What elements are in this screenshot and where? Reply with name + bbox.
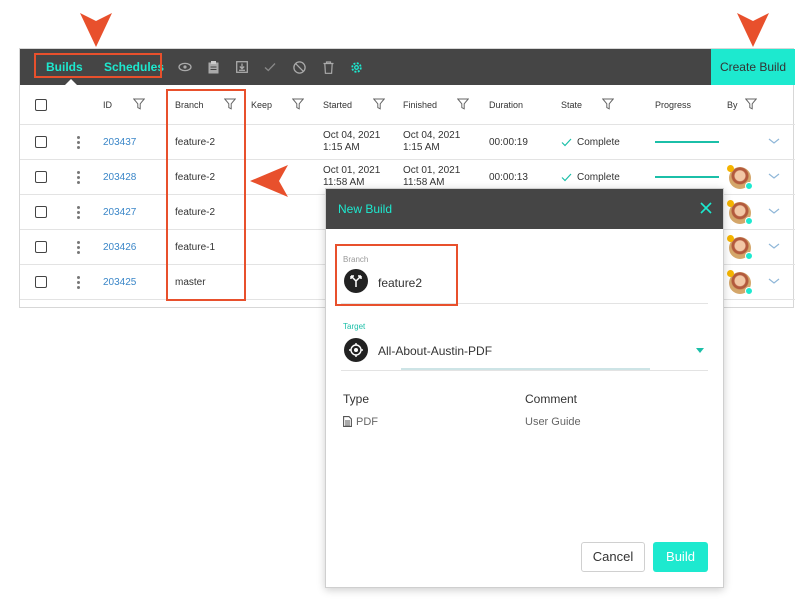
finished-cell: Oct 04, 2021 1:15 AM: [403, 130, 461, 153]
column-header-started[interactable]: Started: [323, 85, 352, 125]
trash-icon[interactable]: [320, 59, 336, 75]
branch-cell: feature-2: [175, 172, 216, 183]
table-row[interactable]: 203437 feature-2 Oct 04, 2021 1:15 AM Oct…: [20, 125, 795, 160]
branch-label: Branch: [343, 255, 369, 264]
dropdown-caret-icon[interactable]: [696, 348, 704, 353]
chevron-down-icon[interactable]: [768, 136, 780, 146]
table-header: ID Branch Keep Started Finished Duration…: [20, 85, 795, 125]
chevron-down-icon[interactable]: [768, 276, 780, 286]
complete-check-icon: [561, 173, 572, 182]
build-id-link[interactable]: 203428: [103, 160, 136, 195]
divider: [341, 370, 708, 371]
arrow-down-icon: [737, 13, 769, 47]
eye-icon[interactable]: [177, 59, 193, 75]
row-menu-icon[interactable]: [75, 136, 81, 150]
target-label: Target: [343, 322, 366, 331]
comment-value: User Guide: [525, 416, 581, 428]
branch-cell: feature-2: [175, 207, 216, 218]
filter-icon[interactable]: [602, 98, 614, 110]
close-icon[interactable]: [699, 201, 713, 215]
row-checkbox[interactable]: [35, 276, 47, 288]
filter-icon[interactable]: [133, 98, 145, 110]
target-value: All-About-Austin-PDF: [378, 344, 493, 358]
create-build-button[interactable]: Create Build: [711, 49, 795, 85]
toolbar: Builds Schedules Create Build: [20, 49, 795, 85]
cancel-button[interactable]: Cancel: [581, 542, 645, 572]
filter-icon[interactable]: [373, 98, 385, 110]
started-cell: Oct 01, 2021 11:58 AM: [323, 165, 381, 188]
progress-bar: [655, 141, 719, 143]
target-field[interactable]: Target All-About-Austin-PDF: [326, 315, 723, 375]
avatar: [727, 165, 753, 190]
column-header-keep[interactable]: Keep: [251, 85, 272, 125]
build-id-link[interactable]: 203437: [103, 125, 136, 160]
column-header-id[interactable]: ID: [103, 85, 112, 125]
cancel-icon[interactable]: [291, 59, 307, 75]
divider: [341, 303, 708, 304]
chevron-down-icon[interactable]: [768, 241, 780, 251]
row-menu-icon[interactable]: [75, 171, 81, 185]
gear-icon[interactable]: [348, 59, 364, 75]
row-checkbox[interactable]: [35, 171, 47, 183]
avatar: [727, 235, 753, 260]
filter-icon[interactable]: [292, 98, 304, 110]
type-value: PDF: [356, 416, 378, 428]
target-icon: [344, 338, 368, 362]
check-icon[interactable]: [262, 59, 278, 75]
arrow-down-icon: [80, 13, 112, 47]
filter-icon[interactable]: [457, 98, 469, 110]
filter-icon[interactable]: [224, 98, 236, 110]
tab-schedules[interactable]: Schedules: [104, 49, 164, 85]
finished-cell: Oct 01, 2021 11:58 AM: [403, 165, 461, 188]
row-checkbox[interactable]: [35, 241, 47, 253]
build-id-link[interactable]: 203427: [103, 195, 136, 230]
row-checkbox[interactable]: [35, 206, 47, 218]
target-underline: [401, 368, 650, 370]
branch-value: feature2: [378, 276, 423, 290]
progress-bar: [655, 176, 719, 178]
column-header-progress[interactable]: Progress: [655, 85, 691, 125]
row-menu-icon[interactable]: [75, 241, 81, 255]
column-header-by[interactable]: By: [727, 85, 738, 125]
select-all-checkbox[interactable]: [35, 99, 47, 111]
branch-field[interactable]: Branch feature2: [326, 237, 723, 307]
row-menu-icon[interactable]: [75, 276, 81, 290]
started-cell: Oct 04, 2021 1:15 AM: [323, 130, 381, 153]
avatar: [727, 200, 753, 225]
dialog-title: New Build: [338, 202, 393, 216]
branch-cell: master: [175, 277, 206, 288]
row-menu-icon[interactable]: [75, 206, 81, 220]
column-header-finished[interactable]: Finished: [403, 85, 437, 125]
branch-cell: feature-1: [175, 242, 216, 253]
arrow-left-icon: [250, 165, 288, 197]
new-build-dialog: New Build Branch feature2 Target All-Abo…: [325, 188, 724, 588]
clipboard-icon[interactable]: [205, 59, 221, 75]
document-icon: [343, 416, 352, 427]
branch-cell: feature-2: [175, 137, 216, 148]
duration-cell: 00:00:19: [489, 137, 528, 148]
column-header-branch[interactable]: Branch: [175, 85, 204, 125]
branch-icon: [344, 269, 368, 293]
build-id-link[interactable]: 203425: [103, 265, 136, 300]
column-header-state[interactable]: State: [561, 85, 582, 125]
state-cell: Complete: [577, 137, 620, 148]
comment-label: Comment: [525, 392, 578, 406]
filter-icon[interactable]: [745, 98, 757, 110]
type-label: Type: [343, 392, 370, 406]
row-checkbox[interactable]: [35, 136, 47, 148]
avatar: [727, 270, 753, 295]
dialog-header: New Build: [326, 189, 723, 229]
download-icon[interactable]: [234, 59, 250, 75]
complete-check-icon: [561, 138, 572, 147]
chevron-down-icon[interactable]: [768, 171, 780, 181]
column-header-duration[interactable]: Duration: [489, 85, 523, 125]
chevron-down-icon[interactable]: [768, 206, 780, 216]
build-button[interactable]: Build: [653, 542, 708, 572]
build-id-link[interactable]: 203426: [103, 230, 136, 265]
